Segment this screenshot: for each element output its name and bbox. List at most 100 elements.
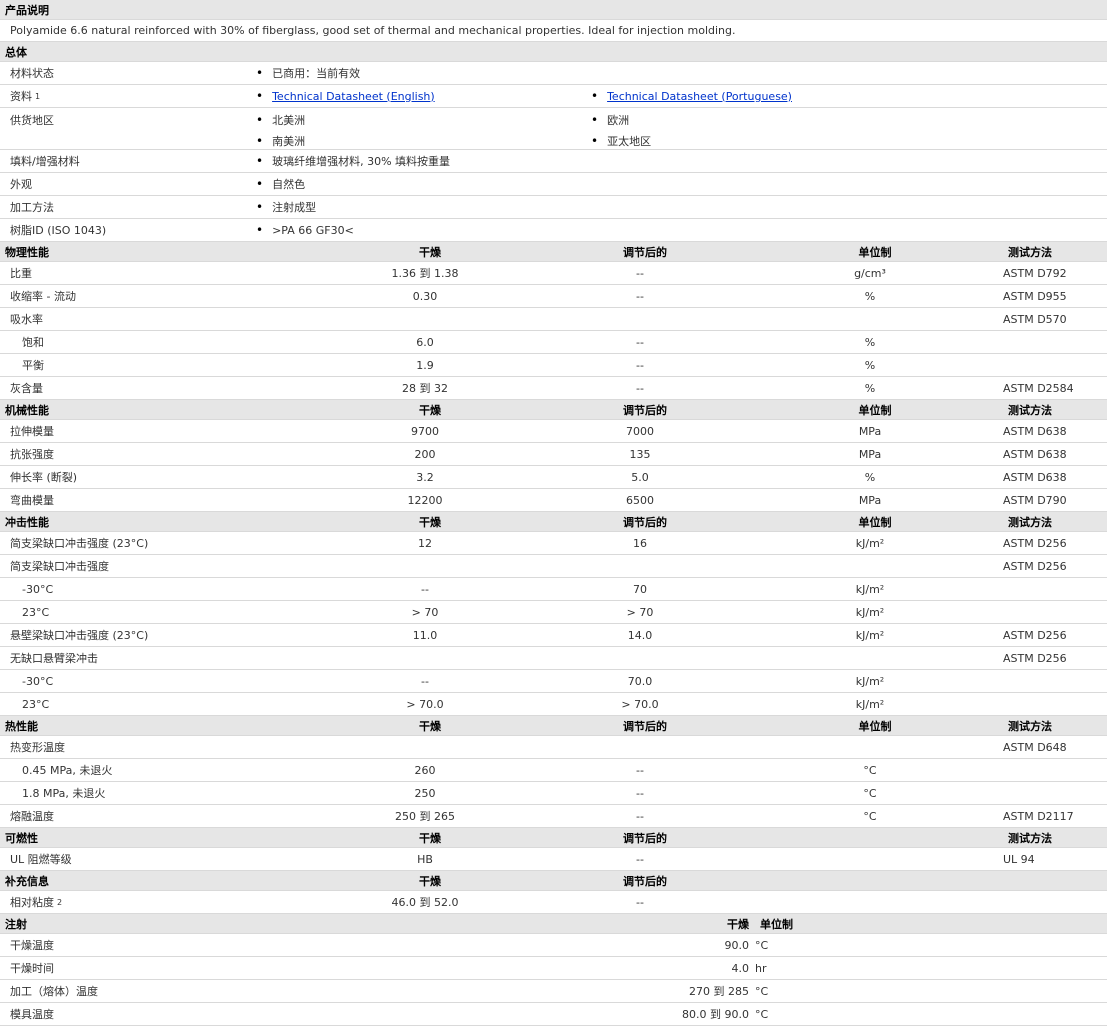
value-conditioned [580, 736, 700, 758]
property-row: 简支梁缺口冲击强度 ASTM D256 [0, 555, 1107, 578]
section-header-mechanical: 机械性能 干燥 调节后的 单位制 测试方法 [0, 400, 1107, 420]
value-conditioned: 70 [633, 582, 647, 596]
injection-unit: hr [755, 961, 767, 975]
section-header-impact: 冲击性能 干燥 调节后的 单位制 测试方法 [0, 512, 1107, 532]
test-method: ASTM D648 [1003, 740, 1067, 754]
property-row: 1.8 MPa, 未退火 250 -- °C [0, 782, 1107, 805]
value-dry: HB [417, 852, 433, 866]
value-dry: 1.9 [416, 358, 434, 372]
value-conditioned: -- [636, 266, 644, 280]
injection-value: 270 到 285 [689, 985, 749, 998]
test-method: ASTM D638 [1003, 447, 1067, 461]
test-method: ASTM D790 [1003, 493, 1067, 507]
unit: % [864, 335, 876, 349]
property-label: 资料 1 [10, 90, 41, 103]
value-dry [360, 555, 490, 577]
property-row: 抗张强度 200 135 MPa ASTM D638 [0, 443, 1107, 466]
property-value: 玻璃纤维增强材料, 30% 填料按重量 [256, 150, 450, 172]
property-row: 23°C > 70.0 > 70.0 kJ/m² [0, 693, 1107, 716]
property-label: 悬壁梁缺口冲击强度 (23°C) [10, 629, 149, 642]
property-label: 伸长率 (断裂) [10, 471, 78, 484]
unit [810, 308, 930, 330]
test-method: ASTM D792 [1003, 266, 1067, 280]
property-label: 简支梁缺口冲击强度 [10, 560, 109, 573]
value-dry: > 70.0 [406, 697, 444, 711]
test-method: ASTM D2117 [1003, 809, 1074, 823]
property-row: 饱和 6.0 --% [0, 331, 1107, 354]
value-dry: 0.30 [412, 289, 438, 303]
unit: kJ/m² [855, 536, 885, 550]
unit: kJ/m² [855, 674, 885, 688]
section-title: 物理性能 [5, 245, 49, 259]
value-dry: 260 [414, 763, 436, 777]
section-header-physical: 物理性能 干燥 调节后的 单位制 测试方法 [0, 242, 1107, 262]
value-conditioned: -- [636, 895, 644, 909]
unit: °C [863, 786, 877, 800]
column-header-cond: 调节后的 [623, 403, 667, 417]
sub-property-label: 0.45 MPa, 未退火 [22, 764, 113, 777]
test-method: ASTM D638 [1003, 470, 1067, 484]
section-title: 补充信息 [5, 874, 49, 888]
value-dry [360, 308, 490, 330]
section-title: 机械性能 [5, 403, 49, 417]
property-label: 熔融温度 [10, 810, 54, 823]
value-conditioned: > 70.0 [621, 697, 659, 711]
column-header-method: 测试方法 [1008, 245, 1052, 259]
value-conditioned: > 70 [626, 605, 654, 619]
test-method: ASTM D256 [1003, 628, 1067, 642]
sub-property-label: 1.8 MPa, 未退火 [22, 787, 106, 800]
unit: kJ/m² [855, 697, 885, 711]
value-dry: 250 [414, 786, 436, 800]
property-row: -30°C -- 70 kJ/m² [0, 578, 1107, 601]
sub-property-label: 23°C [22, 605, 50, 619]
general-row-filler: 填料/增强材料 玻璃纤维增强材料, 30% 填料按重量 [0, 150, 1107, 173]
property-row: 悬壁梁缺口冲击强度 (23°C) 11.0 14.0 kJ/m² ASTM D256 [0, 624, 1107, 647]
unit [810, 736, 930, 758]
section-title: 注射 [5, 917, 27, 931]
value-dry: 12200 [407, 493, 443, 507]
test-method: ASTM D955 [1003, 289, 1067, 303]
property-row: 熔融温度 250 到 265 -- °C ASTM D2117 [0, 805, 1107, 828]
value-dry: 6.0 [416, 335, 434, 349]
general-row-material-status: 材料状态 已商用：当前有效 [0, 62, 1107, 85]
unit: kJ/m² [855, 582, 885, 596]
section-title: 可燃性 [5, 831, 38, 845]
property-value: 已商用：当前有效 [256, 62, 360, 84]
property-row: 相对粘度 2 46.0 到 52.0 -- [0, 891, 1107, 914]
property-label: 吸水率 [10, 313, 43, 326]
property-label: 比重 [10, 267, 32, 280]
section-header-injection: 注射 干燥 单位制 [0, 914, 1107, 934]
property-label: 抗张强度 [10, 448, 54, 461]
region-list-1: 北美洲 南美洲 [256, 108, 305, 149]
property-label: 灰含量 [10, 382, 43, 395]
unit [810, 555, 930, 577]
unit: MPa [858, 493, 882, 507]
value-dry: -- [421, 582, 429, 596]
datasheet-portuguese-link[interactable]: Technical Datasheet (Portuguese) [607, 90, 792, 103]
column-header-dry: 干燥 [419, 874, 441, 888]
property-label: 树脂ID (ISO 1043) [10, 224, 107, 237]
column-header-method: 测试方法 [1008, 515, 1052, 529]
unit: g/cm³ [854, 266, 886, 280]
injection-row: 干燥时间 4.0 hr [0, 957, 1107, 980]
general-row-availability: 供货地区 北美洲 南美洲 欧洲 亚太地区 [0, 108, 1107, 150]
column-header-cond: 调节后的 [623, 245, 667, 259]
value-conditioned: 135 [629, 447, 651, 461]
property-label: 无缺口悬臂梁冲击 [10, 652, 98, 665]
injection-unit: °C [755, 938, 769, 952]
property-label: 弯曲模量 [10, 494, 54, 507]
column-header-dry: 干燥 [419, 515, 441, 529]
property-row: -30°C -- 70.0 kJ/m² [0, 670, 1107, 693]
property-label: 加工（熔体）温度 [10, 985, 98, 998]
column-header-unit: 单位制 [858, 245, 892, 259]
datasheet-english-link[interactable]: Technical Datasheet (English) [272, 90, 435, 103]
section-title: 热性能 [5, 719, 38, 733]
region-item: 欧洲 [591, 112, 629, 128]
property-row: 无缺口悬臂梁冲击 ASTM D256 [0, 647, 1107, 670]
property-label: 热变形温度 [10, 741, 65, 754]
value-conditioned: -- [636, 289, 644, 303]
unit: kJ/m² [855, 605, 885, 619]
product-description: Polyamide 6.6 natural reinforced with 30… [10, 24, 736, 37]
value-conditioned: -- [636, 358, 644, 372]
value-conditioned: 7000 [626, 424, 654, 438]
